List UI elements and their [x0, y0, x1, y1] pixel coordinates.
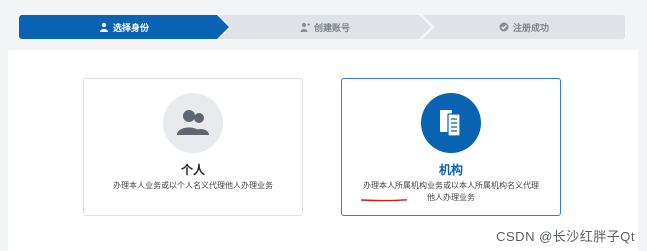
personal-icon-circle: [163, 93, 223, 153]
card-title: 个人: [180, 163, 205, 177]
step-registration-success[interactable]: 注册成功: [423, 15, 625, 39]
personal-identity-card[interactable]: 个人 办理本人业务或以个人名义代理他人办理业务: [83, 78, 303, 216]
registration-steps: 选择身份 创建账号 注册成功: [19, 15, 625, 39]
check-circle-icon: [499, 22, 509, 32]
card-title: 机构: [438, 163, 463, 177]
watermark: CSDN @长沙红胖子Qt: [496, 229, 635, 244]
red-annotation-underline: [360, 199, 408, 202]
step-select-identity[interactable]: 选择身份: [19, 15, 229, 39]
users-icon: [177, 110, 209, 135]
card-description: 办理本人业务或以个人名义代理他人办理业务: [113, 181, 273, 190]
step-label: 注册成功: [512, 22, 549, 33]
step-create-account[interactable]: 创建账号: [219, 15, 431, 39]
organization-icon-circle: [421, 93, 481, 153]
user-add-icon: [300, 22, 310, 32]
document-icon: [440, 110, 461, 137]
step-label: 选择身份: [112, 22, 149, 33]
organization-identity-card[interactable]: 机构 办理本人所属机构业务或以本人所属机构名义代理他人办理业务: [341, 78, 561, 216]
step-label: 创建账号: [313, 22, 350, 33]
identity-selection-panel: 个人 办理本人业务或以个人名义代理他人办理业务 机构 办理本人所属机构业务或以本…: [8, 50, 638, 251]
user-icon: [99, 22, 108, 32]
